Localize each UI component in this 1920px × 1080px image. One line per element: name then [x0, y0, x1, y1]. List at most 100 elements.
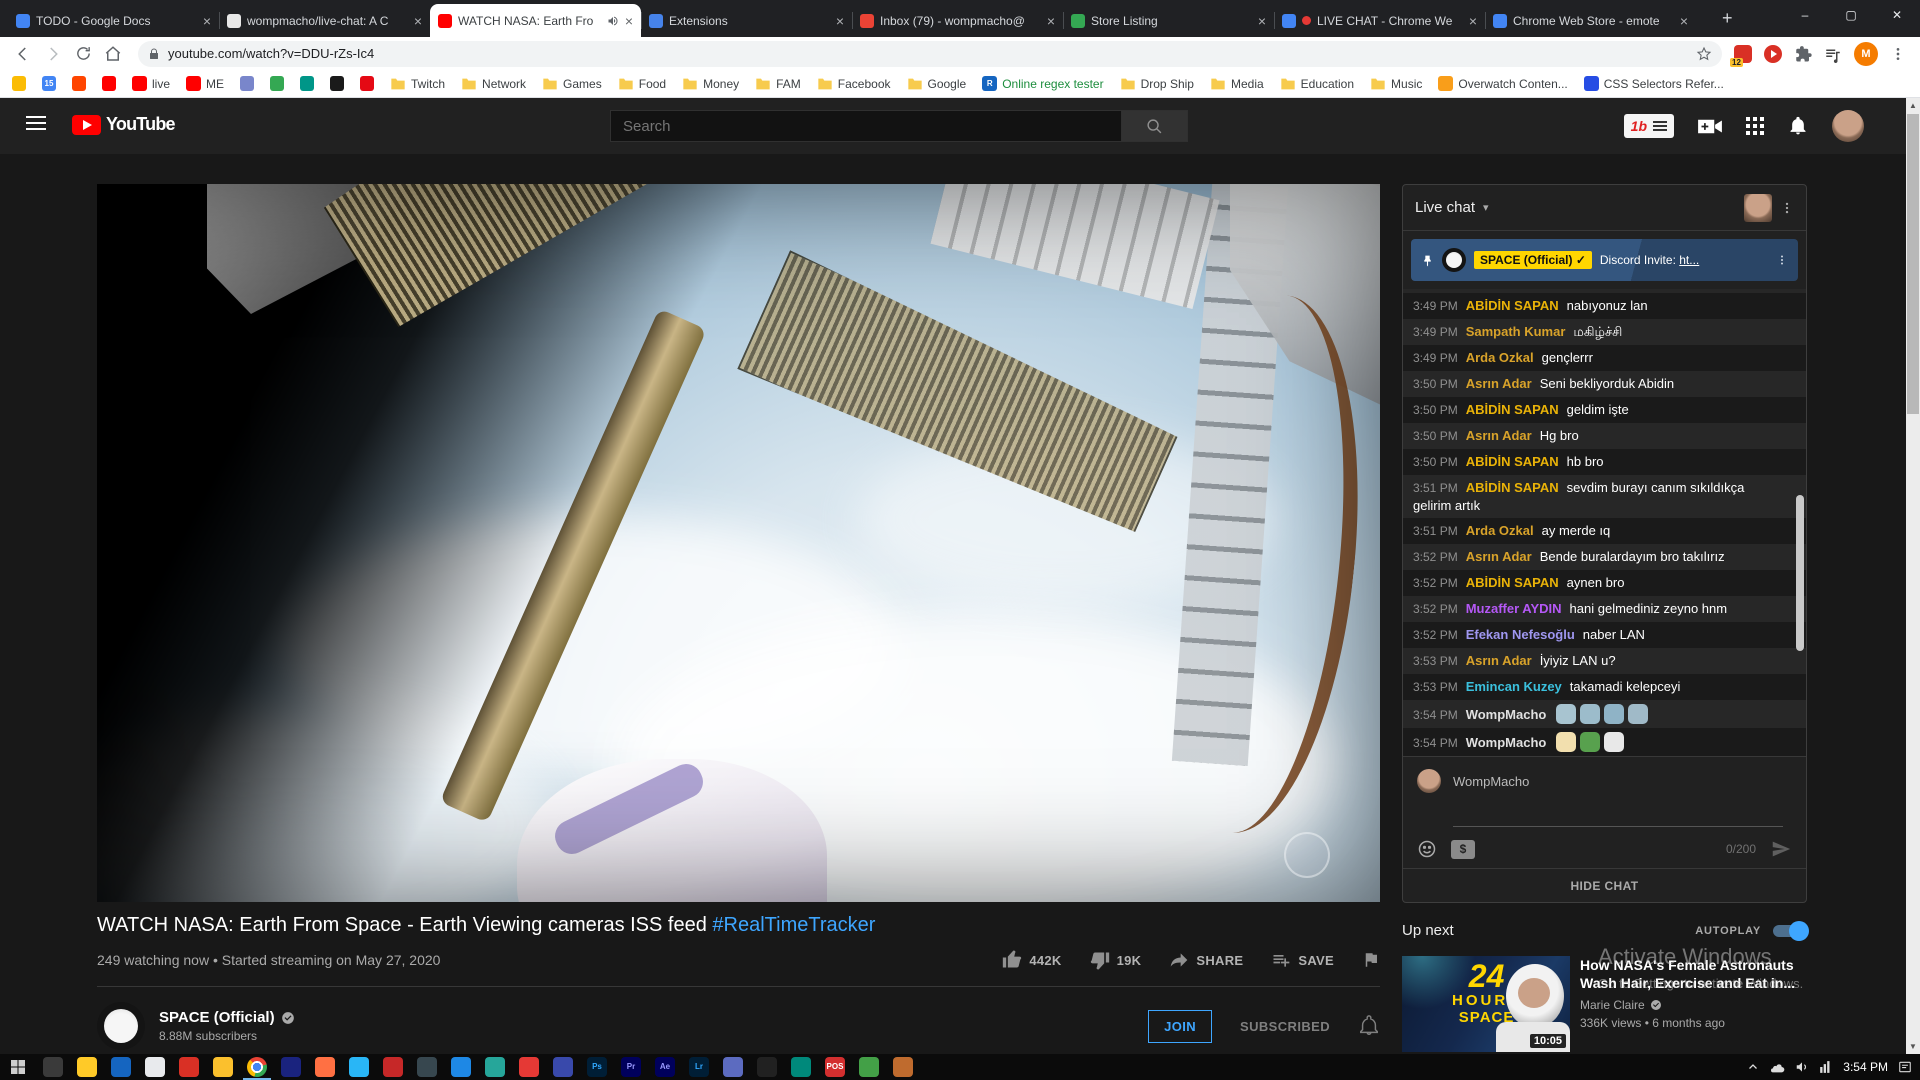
taskbar-app-icon[interactable]: Pr: [621, 1057, 641, 1077]
volume-icon[interactable]: [1795, 1060, 1809, 1074]
chat-message[interactable]: 3:54 PMWompMacho: [1403, 700, 1806, 728]
bookmark-item[interactable]: [102, 77, 116, 91]
bookmark-item[interactable]: [72, 77, 86, 91]
bookmark-item[interactable]: [330, 77, 344, 91]
tubebuddy-button[interactable]: 1b: [1624, 114, 1674, 138]
taskbar-app-icon[interactable]: [791, 1057, 811, 1077]
notifications-bell-icon[interactable]: [1788, 115, 1808, 137]
taskbar-app-icon[interactable]: [77, 1057, 97, 1077]
message-author[interactable]: Efekan Nefesoğlu: [1466, 627, 1575, 642]
message-author[interactable]: WompMacho: [1466, 707, 1547, 722]
chat-menu-icon[interactable]: [1780, 201, 1794, 215]
message-author[interactable]: WompMacho: [1466, 735, 1547, 750]
taskbar-app-icon[interactable]: [315, 1057, 335, 1077]
tab-close-icon[interactable]: ×: [625, 14, 633, 28]
scroll-up-icon[interactable]: ▲: [1906, 98, 1920, 113]
taskbar-app-icon[interactable]: [111, 1057, 131, 1077]
network-icon[interactable]: [1819, 1060, 1833, 1074]
bookmark-item[interactable]: Music: [1370, 77, 1422, 91]
message-author[interactable]: Asrın Adar: [1466, 549, 1532, 564]
bookmark-item[interactable]: Twitch: [390, 77, 445, 91]
taskbar-app-icon[interactable]: Lr: [689, 1057, 709, 1077]
taskbar-app-icon[interactable]: POS: [825, 1057, 845, 1077]
browser-tab[interactable]: wompmacho/live-chat: A C ×: [219, 4, 430, 37]
chrome-menu-icon[interactable]: [1890, 46, 1906, 62]
taskbar-app-icon[interactable]: [281, 1057, 301, 1077]
url-text[interactable]: youtube.com/watch?v=DDU-rZs-Ic4: [168, 46, 1688, 61]
taskbar-app-icon[interactable]: [145, 1057, 165, 1077]
taskbar-app-icon[interactable]: [417, 1057, 437, 1077]
account-avatar[interactable]: [1832, 110, 1864, 142]
chat-message[interactable]: 3:54 PMWompMacho: [1403, 728, 1806, 756]
chat-message[interactable]: 3:50 PMABİDİN SAPANhb bro: [1403, 449, 1806, 475]
chat-message[interactable]: 3:50 PMAsrın AdarSeni bekliyorduk Abidin: [1403, 371, 1806, 397]
save-button[interactable]: SAVE: [1271, 950, 1334, 970]
page-scrollbar[interactable]: ▲ ▼: [1906, 98, 1920, 1054]
window-maximize-button[interactable]: ▢: [1828, 0, 1874, 30]
channel-bell-icon[interactable]: [1358, 1015, 1380, 1037]
message-author[interactable]: Asrın Adar: [1466, 376, 1532, 391]
reload-button[interactable]: [70, 41, 96, 67]
message-author[interactable]: ABİDİN SAPAN: [1466, 402, 1559, 417]
profile-avatar[interactable]: M: [1854, 42, 1878, 66]
bookmark-item[interactable]: Network: [461, 77, 526, 91]
chat-message[interactable]: 3:51 PMABİDİN SAPANsevdim burayı canım s…: [1403, 475, 1806, 518]
bookmark-item[interactable]: [300, 77, 314, 91]
bookmark-item[interactable]: [12, 77, 26, 91]
message-author[interactable]: Muzaffer AYDIN: [1466, 601, 1562, 616]
tray-chevron-up-icon[interactable]: [1747, 1061, 1759, 1073]
search-input[interactable]: [610, 110, 1122, 142]
message-author[interactable]: ABİDİN SAPAN: [1466, 480, 1559, 495]
tab-audio-icon[interactable]: [607, 15, 619, 27]
message-author[interactable]: Emincan Kuzey: [1466, 679, 1562, 694]
start-button[interactable]: [0, 1054, 36, 1080]
chat-message[interactable]: 3:51 PMArda Ozkalay merde ıq: [1403, 518, 1806, 544]
tab-close-icon[interactable]: ×: [203, 14, 211, 28]
chat-message[interactable]: 3:50 PMABİDİN SAPANgeldim işte: [1403, 397, 1806, 423]
bookmark-item[interactable]: ME: [186, 76, 224, 91]
message-author[interactable]: Arda Ozkal: [1466, 523, 1534, 538]
emoji-icon[interactable]: [1417, 839, 1437, 859]
dislike-button[interactable]: 19K: [1090, 950, 1142, 970]
forward-button[interactable]: [40, 41, 66, 67]
hashtag-link[interactable]: #RealTimeTracker: [712, 914, 875, 936]
taskbar-app-icon[interactable]: [893, 1057, 913, 1077]
window-minimize-button[interactable]: –: [1782, 0, 1828, 30]
chat-message[interactable]: 3:49 PMSampath Kumarமகிழ்ச்சி: [1403, 319, 1806, 345]
chat-message[interactable]: 3:52 PMABİDİN SAPANaynen bro: [1403, 570, 1806, 596]
chat-message[interactable]: 3:53 PMEmincan Kuzeytakamadi kelepceyi: [1403, 674, 1806, 700]
chat-message[interactable]: 3:50 PMAsrın AdarHg bro: [1403, 423, 1806, 449]
tab-close-icon[interactable]: ×: [1469, 14, 1477, 28]
taskbar-app-icon[interactable]: Ae: [655, 1057, 675, 1077]
youtube-extension-icon[interactable]: [1764, 45, 1782, 63]
subscribed-button[interactable]: SUBSCRIBED: [1226, 1011, 1344, 1042]
send-icon[interactable]: [1770, 838, 1792, 860]
bookmark-item[interactable]: Google: [907, 77, 967, 91]
bookmark-item[interactable]: Money: [682, 77, 739, 91]
message-author[interactable]: ABİDİN SAPAN: [1466, 454, 1559, 469]
tab-close-icon[interactable]: ×: [1047, 14, 1055, 28]
home-button[interactable]: [100, 41, 126, 67]
browser-tab[interactable]: LIVE CHAT - Chrome We ×: [1274, 4, 1485, 37]
bookmark-item[interactable]: Overwatch Conten...: [1438, 76, 1567, 91]
menu-hamburger-icon[interactable]: [26, 116, 46, 130]
chat-scrollbar-thumb[interactable]: [1796, 495, 1804, 651]
browser-tab[interactable]: Store Listing ×: [1063, 4, 1274, 37]
taskbar-app-icon[interactable]: [179, 1057, 199, 1077]
upnext-channel[interactable]: Marie Claire: [1580, 998, 1807, 1012]
taskbar-app-icon[interactable]: [247, 1057, 267, 1077]
tray-cloud-icon[interactable]: [1769, 1061, 1785, 1073]
upnext-thumbnail[interactable]: 24 HOURS SPACE 10:05: [1402, 956, 1570, 1052]
message-author[interactable]: Asrın Adar: [1466, 653, 1532, 668]
browser-tab[interactable]: Extensions ×: [641, 4, 852, 37]
chat-title[interactable]: Live chat: [1415, 199, 1475, 216]
browser-tab[interactable]: WATCH NASA: Earth Fro ×: [430, 4, 641, 37]
message-author[interactable]: ABİDİN SAPAN: [1466, 575, 1559, 590]
upnext-video-title[interactable]: How NASA's Female Astronauts Wash Hair, …: [1580, 956, 1807, 992]
search-button[interactable]: [1122, 110, 1188, 142]
browser-tab[interactable]: TODO - Google Docs ×: [8, 4, 219, 37]
join-button[interactable]: JOIN: [1148, 1010, 1212, 1043]
superchat-dollar-icon[interactable]: $: [1451, 840, 1475, 859]
message-author[interactable]: Sampath Kumar: [1466, 324, 1566, 339]
action-center-icon[interactable]: [1898, 1060, 1912, 1074]
